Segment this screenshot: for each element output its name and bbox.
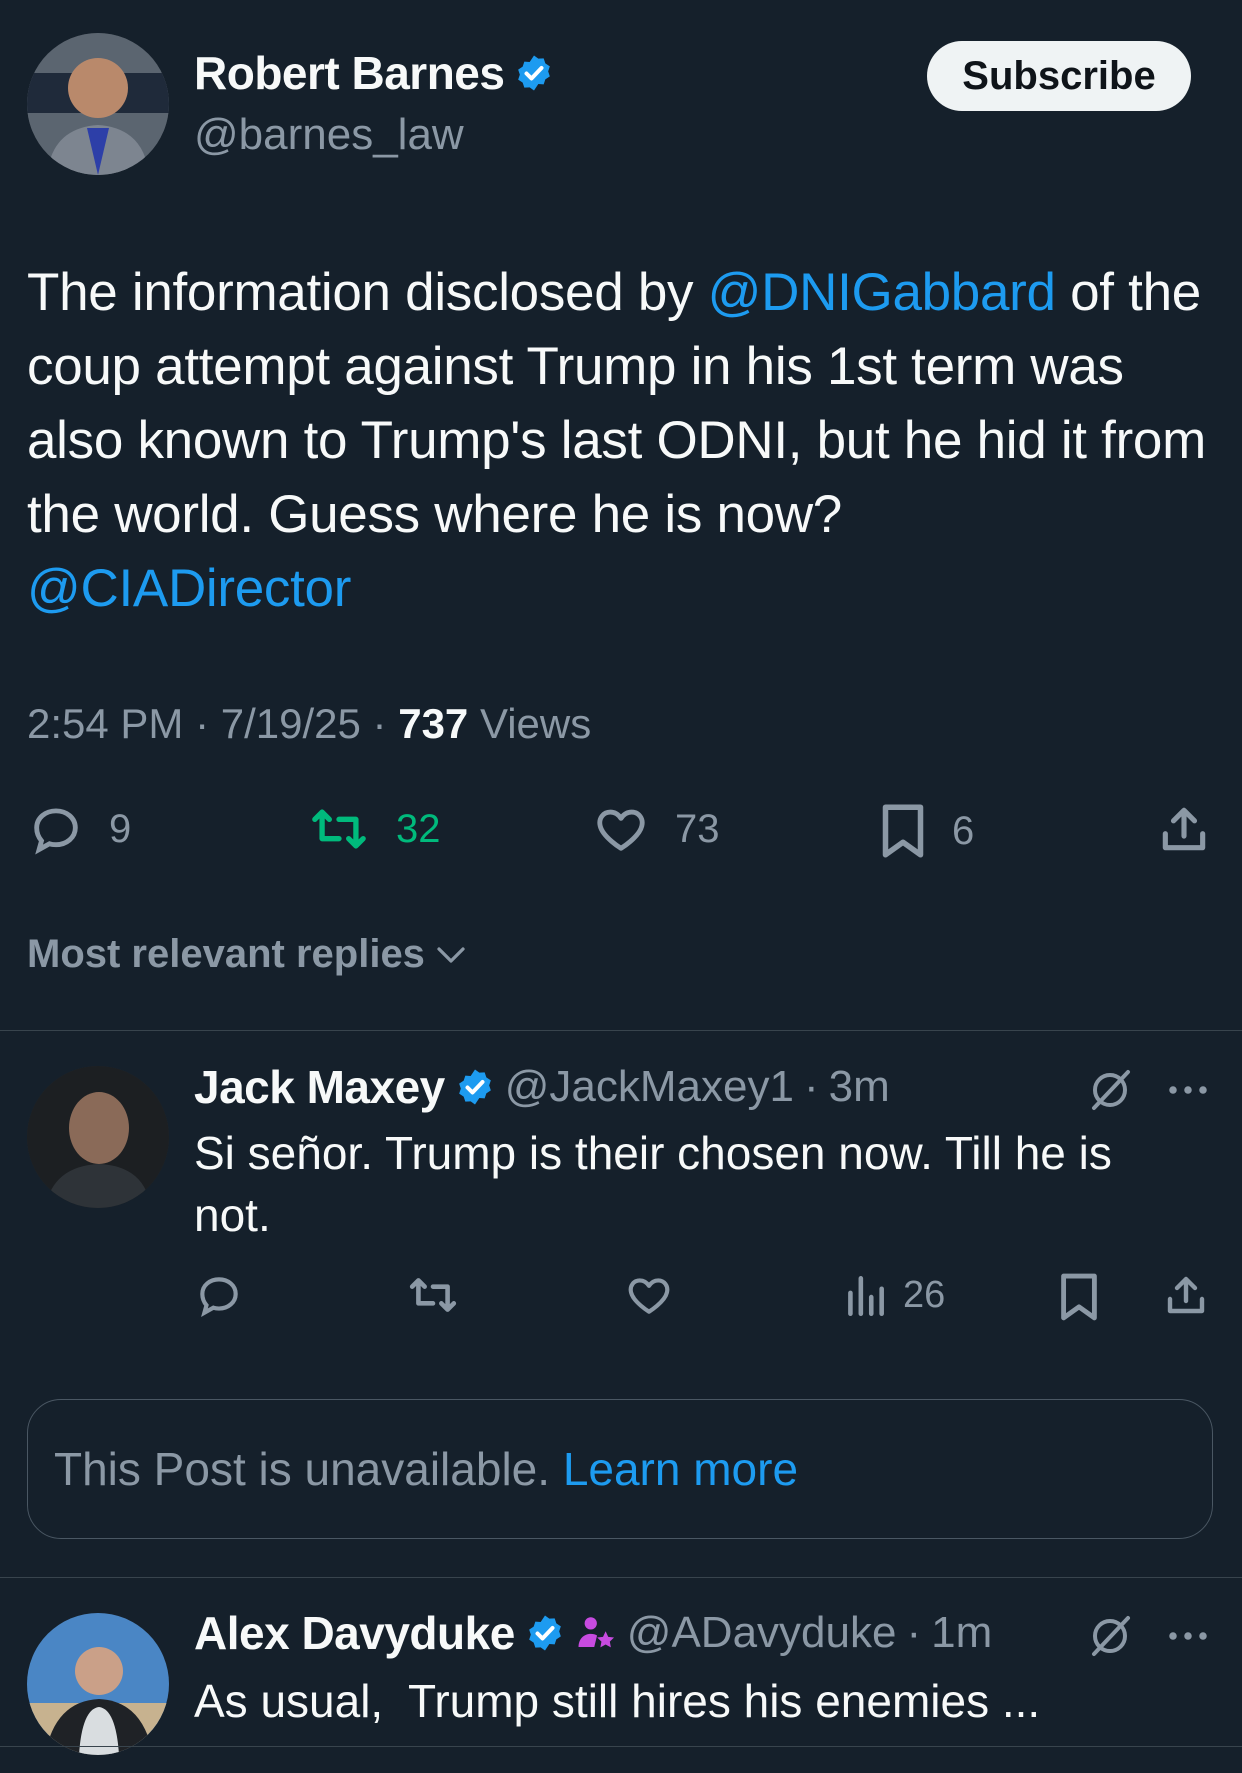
chevron-down-icon bbox=[433, 940, 469, 970]
more-options-icon[interactable] bbox=[1165, 1075, 1211, 1105]
reply-header: Alex Davyduke @ADavyduke · 1m bbox=[194, 1606, 992, 1660]
verified-badge-icon bbox=[514, 53, 554, 93]
post-time[interactable]: 2:54 PM bbox=[27, 700, 183, 747]
heart-icon bbox=[591, 800, 651, 858]
reply-author-name[interactable]: Alex Davyduke bbox=[194, 1606, 515, 1660]
reply-author-handle[interactable]: @ADavyduke bbox=[627, 1608, 897, 1658]
views-count: 26 bbox=[903, 1273, 946, 1316]
reply-avatar[interactable] bbox=[27, 1613, 169, 1755]
share-icon bbox=[1156, 800, 1212, 858]
more-options-icon[interactable] bbox=[1165, 1621, 1211, 1651]
post-date[interactable]: 7/19/25 bbox=[221, 700, 361, 747]
reply-like-button[interactable] bbox=[623, 1270, 675, 1320]
reply-count: 9 bbox=[109, 806, 132, 851]
post-meta: 2:54 PM · 7/19/25 · 737 Views bbox=[27, 700, 592, 747]
reply-bookmark-button[interactable] bbox=[1057, 1270, 1101, 1324]
like-button[interactable]: 73 bbox=[591, 800, 720, 858]
post-text-part: The information disclosed by bbox=[27, 263, 708, 322]
reply-text: Si señor. Trump is their chosen now. Til… bbox=[194, 1127, 1112, 1241]
verified-badge-icon bbox=[525, 1613, 565, 1653]
repost-count: 32 bbox=[396, 806, 441, 851]
bookmark-icon bbox=[1057, 1270, 1101, 1324]
mention-link[interactable]: @CIADirector bbox=[27, 559, 351, 618]
reply-icon bbox=[194, 1270, 244, 1320]
author-name-row[interactable]: Robert Barnes bbox=[194, 46, 554, 100]
author-name[interactable]: Robert Barnes bbox=[194, 46, 505, 100]
divider bbox=[0, 1030, 1242, 1031]
reply-author-name[interactable]: Jack Maxey bbox=[194, 1060, 445, 1114]
grok-icon[interactable] bbox=[1086, 1066, 1134, 1114]
reply-repost-button[interactable] bbox=[405, 1270, 461, 1320]
dot-separator: · bbox=[803, 1062, 819, 1111]
unavailable-text: This Post is unavailable. bbox=[54, 1443, 551, 1495]
reply-reply-button[interactable] bbox=[194, 1270, 244, 1320]
repost-button[interactable]: 32 bbox=[306, 800, 441, 858]
unavailable-post-card: This Post is unavailable. Learn more bbox=[27, 1399, 1213, 1539]
views-icon bbox=[843, 1270, 887, 1320]
replies-sort-dropdown[interactable]: Most relevant replies bbox=[27, 932, 469, 977]
reply-button[interactable]: 9 bbox=[27, 800, 131, 858]
share-button[interactable] bbox=[1156, 800, 1212, 858]
reply-avatar[interactable] bbox=[27, 1066, 169, 1208]
like-count: 73 bbox=[675, 806, 720, 851]
verified-badge-icon bbox=[455, 1067, 495, 1107]
repost-icon bbox=[405, 1270, 461, 1320]
reply-views-button[interactable]: 26 bbox=[843, 1270, 945, 1320]
divider bbox=[0, 1746, 1242, 1747]
mention-link[interactable]: @DNIGabbard bbox=[708, 263, 1056, 322]
subscribe-button[interactable]: Subscribe bbox=[927, 41, 1191, 111]
sort-label: Most relevant replies bbox=[27, 932, 425, 976]
reply-icon bbox=[27, 800, 85, 858]
grok-icon[interactable] bbox=[1086, 1612, 1134, 1660]
reply-share-button[interactable] bbox=[1162, 1270, 1210, 1320]
heart-icon bbox=[623, 1270, 675, 1320]
share-icon bbox=[1162, 1270, 1210, 1320]
reply-time[interactable]: 3m bbox=[829, 1062, 890, 1112]
reply-text: As usual, Trump still hires his enemies … bbox=[194, 1675, 1041, 1727]
bookmark-icon bbox=[878, 800, 928, 862]
affiliate-badge-icon bbox=[575, 1612, 617, 1654]
bookmark-count: 6 bbox=[952, 808, 975, 853]
repost-icon bbox=[306, 800, 372, 858]
reply-header: Jack Maxey @JackMaxey1 · 3m bbox=[194, 1060, 890, 1114]
author-avatar[interactable] bbox=[27, 33, 169, 175]
views-label: Views bbox=[479, 700, 592, 747]
bookmark-button[interactable]: 6 bbox=[878, 800, 974, 862]
divider bbox=[0, 1577, 1242, 1578]
reply-time[interactable]: 1m bbox=[931, 1608, 992, 1658]
reply-author-handle[interactable]: @JackMaxey1 bbox=[505, 1062, 794, 1112]
learn-more-link[interactable]: Learn more bbox=[563, 1442, 798, 1496]
post-text: The information disclosed by @DNIGabbard… bbox=[27, 256, 1227, 626]
dot-separator: · bbox=[906, 1608, 922, 1657]
views-count: 737 bbox=[398, 700, 469, 747]
author-handle[interactable]: @barnes_law bbox=[194, 110, 464, 160]
